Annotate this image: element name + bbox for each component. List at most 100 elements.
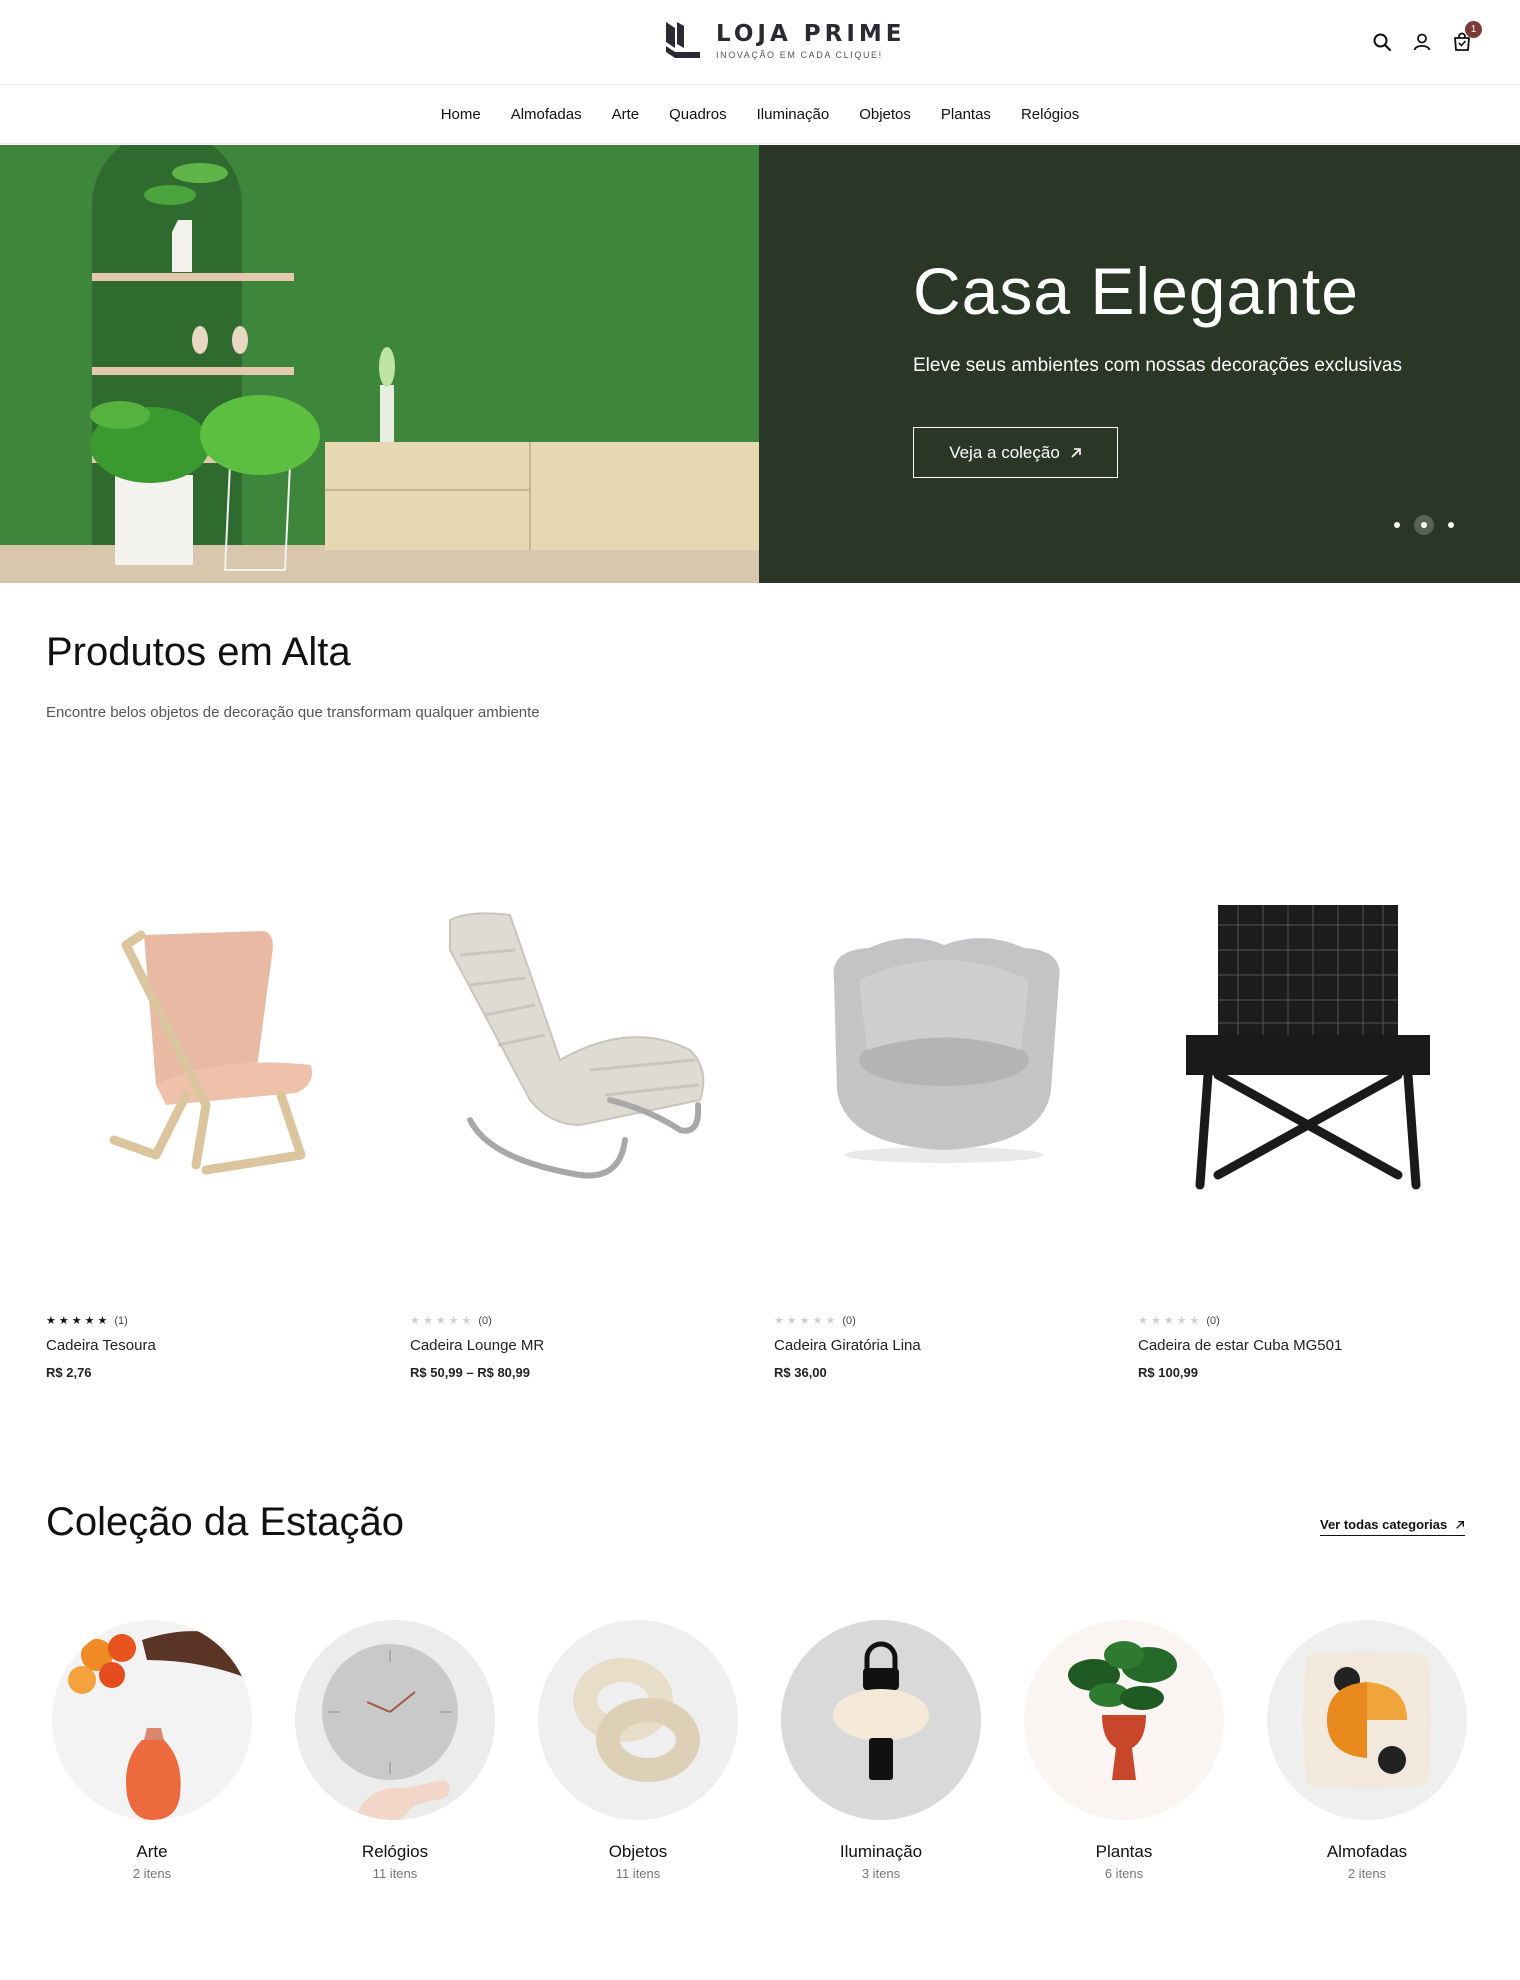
collection-title: Coleção da Estação — [46, 1500, 405, 1544]
star-icon: ★ — [46, 1314, 56, 1327]
product-name[interactable]: Cadeira Tesoura — [46, 1337, 156, 1354]
nav-item-arte[interactable]: Arte — [612, 106, 640, 123]
account-button[interactable] — [1408, 28, 1436, 56]
logo-mark-icon — [666, 22, 700, 58]
search-button[interactable] — [1368, 28, 1396, 56]
nav-item-almofadas[interactable]: Almofadas — [511, 106, 582, 123]
product-card[interactable]: ★ ★ ★ ★ ★ (0) Cadeira de estar Cuba MG501 R$… — [1138, 795, 1478, 1380]
product-image[interactable] — [410, 895, 750, 1195]
category-count: 11 itens — [615, 1866, 661, 1881]
product-rating: ★ ★ ★ ★ ★ (0) — [774, 1315, 856, 1327]
nav-item-home[interactable]: Home — [441, 106, 481, 123]
product-card[interactable]: ★ ★ ★ ★ ★ (0) Cadeira Giratória Lina R$ 36,0… — [774, 795, 1114, 1380]
cart-count-badge: 1 — [1465, 21, 1482, 38]
star-icon: ★ — [410, 1314, 420, 1327]
product-name[interactable]: Cadeira de estar Cuba MG501 — [1138, 1337, 1342, 1354]
product-price: R$ 36,00 — [774, 1365, 827, 1380]
star-icon: ★ — [84, 1314, 95, 1327]
trending-subtitle: Encontre belos objetos de decoração que … — [46, 704, 540, 721]
product-rating: ★ ★ ★ ★ ★ (1) — [46, 1315, 128, 1327]
category-almofadas[interactable]: Almofadas 2 itens — [1267, 1620, 1467, 1881]
slider-dot-1[interactable] — [1394, 522, 1400, 528]
nav-item-iluminacao[interactable]: Iluminação — [757, 106, 830, 123]
review-count: (0) — [842, 1315, 856, 1327]
category-arte[interactable]: Arte 2 itens — [52, 1620, 252, 1881]
nav-item-plantas[interactable]: Plantas — [941, 106, 991, 123]
category-image — [295, 1620, 495, 1820]
view-collection-label: Veja a coleção — [949, 442, 1060, 462]
category-name: Plantas — [1095, 1842, 1153, 1861]
product-name[interactable]: Cadeira Lounge MR — [410, 1337, 544, 1354]
star-icon: ★ — [435, 1314, 446, 1327]
star-icon: ★ — [58, 1314, 69, 1327]
category-image — [781, 1620, 981, 1820]
category-count: 2 itens — [132, 1866, 172, 1881]
user-icon — [1413, 33, 1431, 51]
nav-item-objetos[interactable]: Objetos — [859, 106, 911, 123]
review-count: (0) — [1206, 1315, 1220, 1327]
product-image[interactable] — [774, 895, 1114, 1195]
trending-title: Produtos em Alta — [46, 630, 351, 674]
star-icon: ★ — [799, 1314, 810, 1327]
category-iluminacao[interactable]: Iluminação 3 itens — [781, 1620, 981, 1881]
category-name: Objetos — [608, 1842, 668, 1861]
category-name: Relógios — [361, 1842, 429, 1861]
product-rating: ★ ★ ★ ★ ★ (0) — [410, 1315, 492, 1327]
star-icon: ★ — [1189, 1314, 1200, 1327]
product-grid: ★ ★ ★ ★ ★ (1) Cadeira Tesoura R$ 2,76 ★ ★ ★ ★ ★ … — [46, 795, 1474, 1395]
category-objetos[interactable]: Objetos 11 itens — [538, 1620, 738, 1881]
view-all-categories-link[interactable]: Ver todas categorias — [1320, 1517, 1466, 1536]
product-image[interactable] — [1138, 895, 1478, 1195]
product-card[interactable]: ★ ★ ★ ★ ★ (1) Cadeira Tesoura R$ 2,76 — [46, 795, 386, 1380]
star-icon: ★ — [71, 1314, 82, 1327]
nav-item-quadros[interactable]: Quadros — [669, 106, 727, 123]
category-name: Almofadas — [1326, 1842, 1408, 1861]
slider-dot-3[interactable] — [1448, 522, 1454, 528]
category-image — [1024, 1620, 1224, 1820]
hero-image — [0, 145, 759, 583]
star-icon: ★ — [774, 1314, 784, 1327]
brand-name: LOJA PRIME — [716, 20, 906, 47]
star-icon: ★ — [825, 1314, 836, 1327]
star-icon: ★ — [1138, 1314, 1148, 1327]
star-icon: ★ — [448, 1314, 459, 1327]
category-name: Arte — [136, 1842, 168, 1861]
review-count: (1) — [114, 1315, 128, 1327]
nav-item-relogios[interactable]: Relógios — [1021, 106, 1079, 123]
product-name[interactable]: Cadeira Giratória Lina — [774, 1337, 921, 1354]
hero-title: Casa Elegante — [913, 254, 1359, 328]
logo[interactable]: LOJA PRIME INOVAÇÃO EM CADA CLIQUE! — [662, 18, 905, 62]
category-name: Iluminação — [839, 1842, 923, 1861]
slider-dots — [1394, 515, 1454, 535]
category-count: 2 itens — [1347, 1866, 1387, 1881]
category-plantas[interactable]: Plantas 6 itens — [1024, 1620, 1224, 1881]
view-collection-button[interactable]: Veja a coleção — [913, 427, 1118, 478]
product-card[interactable]: ★ ★ ★ ★ ★ (0) Cadeira Lounge MR R$ 50,99 – R… — [410, 795, 750, 1380]
category-list: Arte 2 itens Relógios 11 itens Objetos 1… — [52, 1620, 1472, 1881]
site-header: LOJA PRIME INOVAÇÃO EM CADA CLIQUE! 1 — [0, 0, 1520, 85]
star-icon: ★ — [461, 1314, 472, 1327]
main-nav: Home Almofadas Arte Quadros Iluminação O… — [0, 86, 1520, 144]
arrow-up-right-icon — [1456, 1520, 1465, 1529]
product-image[interactable] — [46, 895, 386, 1195]
star-icon: ★ — [786, 1314, 797, 1327]
hero-slider: Casa Elegante Eleve seus ambientes com n… — [0, 145, 1520, 583]
search-icon — [1373, 33, 1392, 52]
cart-button[interactable]: 1 — [1448, 21, 1482, 56]
brand-tagline: INOVAÇÃO EM CADA CLIQUE! — [716, 49, 883, 60]
product-rating: ★ ★ ★ ★ ★ (0) — [1138, 1315, 1220, 1327]
arrow-up-right-icon — [1071, 447, 1081, 458]
star-icon: ★ — [1176, 1314, 1187, 1327]
category-image — [1267, 1620, 1467, 1820]
category-relogios[interactable]: Relógios 11 itens — [295, 1620, 495, 1881]
hero-subtitle: Eleve seus ambientes com nossas decoraçõ… — [913, 355, 1402, 376]
product-price: R$ 2,76 — [46, 1365, 92, 1380]
category-image — [538, 1620, 738, 1820]
category-count: 3 itens — [861, 1866, 901, 1881]
star-icon: ★ — [1150, 1314, 1161, 1327]
star-icon: ★ — [812, 1314, 823, 1327]
view-all-label: Ver todas categorias — [1320, 1517, 1448, 1532]
category-image — [52, 1620, 252, 1820]
product-price: R$ 100,99 — [1138, 1365, 1198, 1380]
slider-dot-2[interactable] — [1414, 515, 1434, 535]
